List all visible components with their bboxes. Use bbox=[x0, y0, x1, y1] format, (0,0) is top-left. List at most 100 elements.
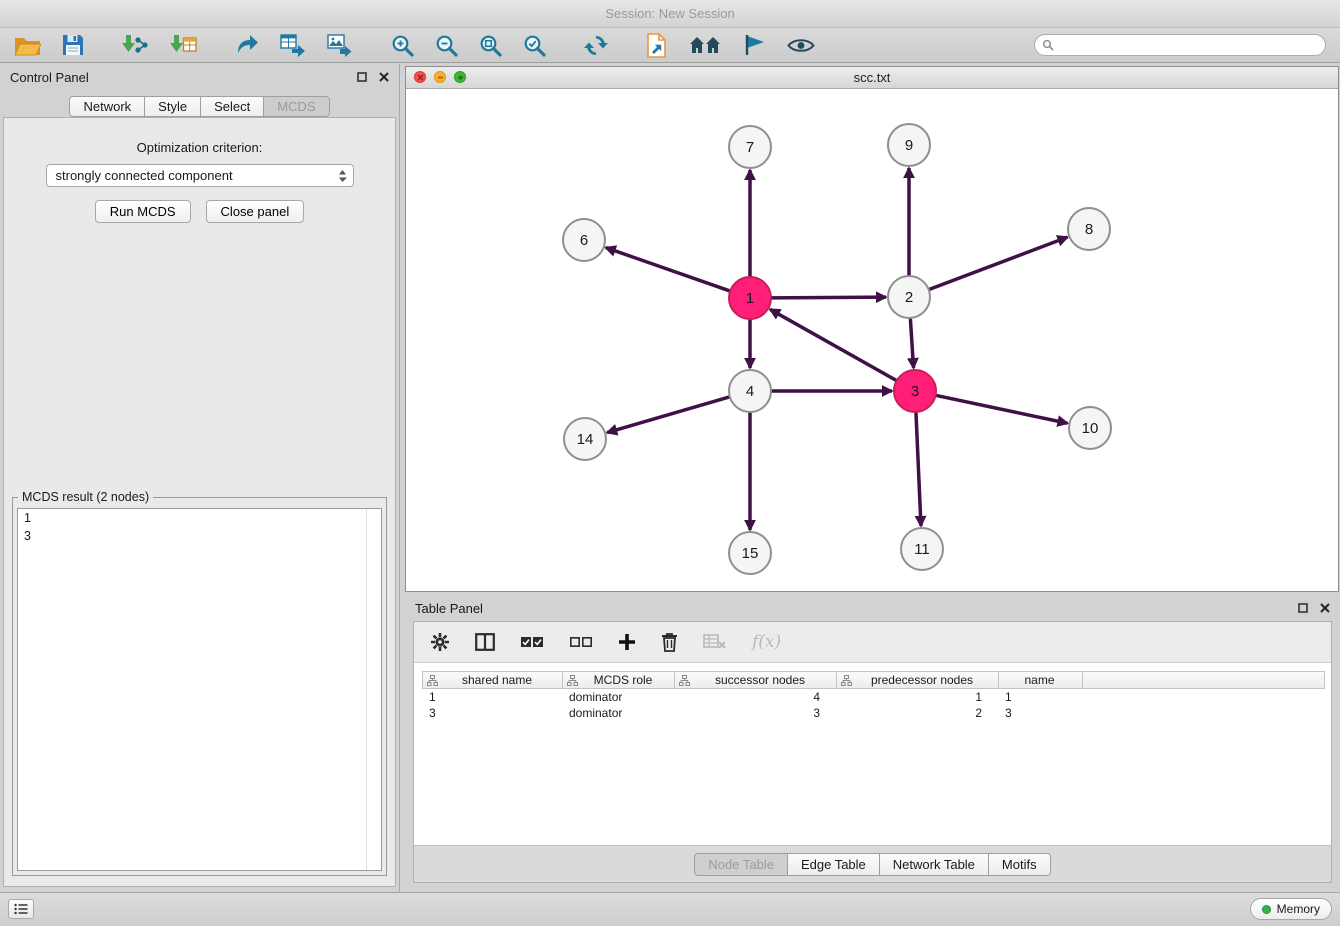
tab-select[interactable]: Select bbox=[200, 96, 264, 117]
table-settings-button[interactable] bbox=[430, 632, 450, 652]
network-node-6[interactable]: 6 bbox=[563, 219, 605, 261]
memory-button[interactable]: Memory bbox=[1250, 898, 1332, 920]
zoom-fit-button[interactable] bbox=[479, 31, 502, 59]
tab-style[interactable]: Style bbox=[144, 96, 201, 117]
minimize-window-button[interactable] bbox=[434, 71, 446, 83]
maximize-glyph-icon bbox=[457, 74, 464, 81]
cell-successor-nodes[interactable]: 4 bbox=[674, 690, 836, 704]
close-window-button[interactable] bbox=[414, 71, 426, 83]
create-column-button[interactable] bbox=[618, 633, 636, 651]
optimization-criterion-label: Optimization criterion: bbox=[4, 140, 395, 155]
network-node-8[interactable]: 8 bbox=[1068, 208, 1110, 250]
column-header-predecessor-nodes[interactable]: predecessor nodes bbox=[837, 672, 999, 688]
function-builder-button[interactable]: f(x) bbox=[752, 632, 781, 652]
show-hide-button[interactable] bbox=[787, 31, 815, 59]
result-item[interactable]: 3 bbox=[18, 527, 381, 545]
cell-mcds-role[interactable]: dominator bbox=[562, 690, 674, 704]
maximize-window-button[interactable] bbox=[454, 71, 466, 83]
open-session-button[interactable] bbox=[14, 31, 41, 59]
save-session-button[interactable] bbox=[62, 31, 84, 59]
network-window-titlebar[interactable]: scc.txt bbox=[406, 67, 1338, 89]
network-node-10[interactable]: 10 bbox=[1069, 407, 1111, 449]
network-edge-2-3[interactable] bbox=[910, 318, 913, 368]
zoom-out-button[interactable] bbox=[435, 31, 458, 59]
network-node-4[interactable]: 4 bbox=[729, 370, 771, 412]
network-edge-1-2[interactable] bbox=[771, 297, 886, 298]
table-panel-close-button[interactable] bbox=[1320, 603, 1330, 613]
search-input[interactable] bbox=[1034, 34, 1326, 56]
network-node-2[interactable]: 2 bbox=[888, 276, 930, 318]
network-node-11[interactable]: 11 bbox=[901, 528, 943, 570]
zoom-selected-button[interactable] bbox=[523, 31, 546, 59]
cell-name[interactable]: 1 bbox=[998, 690, 1082, 704]
document-share-icon bbox=[646, 33, 668, 58]
tab-network-table[interactable]: Network Table bbox=[879, 853, 989, 876]
cell-predecessor-nodes[interactable]: 2 bbox=[836, 706, 998, 720]
network-edge-4-14[interactable] bbox=[607, 397, 730, 433]
column-header-mcds-role[interactable]: MCDS role bbox=[563, 672, 675, 688]
column-header-name[interactable]: name bbox=[999, 672, 1083, 688]
network-edge-1-6[interactable] bbox=[606, 248, 730, 291]
criterion-value: strongly connected component bbox=[56, 168, 233, 183]
select-all-rows-button[interactable] bbox=[520, 636, 544, 648]
network-edge-3-1[interactable] bbox=[770, 309, 897, 380]
tab-edge-table[interactable]: Edge Table bbox=[787, 853, 880, 876]
network-node-9[interactable]: 9 bbox=[888, 124, 930, 166]
table-panel-float-button[interactable] bbox=[1298, 603, 1308, 613]
zoom-in-button[interactable] bbox=[391, 31, 414, 59]
network-edge-2-8[interactable] bbox=[929, 237, 1068, 289]
plus-icon bbox=[618, 633, 636, 651]
network-edge-3-10[interactable] bbox=[936, 395, 1068, 423]
control-panel-float-button[interactable] bbox=[357, 72, 367, 82]
svg-text:15: 15 bbox=[742, 545, 759, 562]
show-columns-button[interactable] bbox=[475, 633, 495, 651]
result-item[interactable]: 1 bbox=[18, 509, 381, 527]
network-node-15[interactable]: 15 bbox=[729, 532, 771, 574]
import-table-button[interactable] bbox=[170, 31, 197, 59]
close-panel-button[interactable]: Close panel bbox=[206, 200, 305, 223]
node-table: shared name MCDS role successor nodes pr… bbox=[414, 663, 1331, 846]
task-history-button[interactable] bbox=[8, 899, 34, 919]
network-node-7[interactable]: 7 bbox=[729, 126, 771, 168]
zoom-selected-icon bbox=[523, 34, 546, 57]
criterion-dropdown[interactable]: strongly connected component bbox=[46, 164, 354, 187]
network-node-14[interactable]: 14 bbox=[564, 418, 606, 460]
import-network-button[interactable] bbox=[122, 31, 149, 59]
network-canvas[interactable]: 7 9 6 8 1 2 4 3 14 10 15 11 bbox=[406, 89, 1338, 591]
cell-shared-name[interactable]: 1 bbox=[422, 690, 562, 704]
tab-node-table[interactable]: Node Table bbox=[694, 853, 788, 876]
network-window-title: scc.txt bbox=[854, 70, 891, 85]
network-edge-3-11[interactable] bbox=[916, 412, 921, 526]
unchecked-boxes-icon bbox=[569, 636, 593, 648]
cell-mcds-role[interactable]: dominator bbox=[562, 706, 674, 720]
column-header-successor-nodes[interactable]: successor nodes bbox=[675, 672, 837, 688]
network-node-1[interactable]: 1 bbox=[729, 277, 771, 319]
cell-shared-name[interactable]: 3 bbox=[422, 706, 562, 720]
svg-text:4: 4 bbox=[746, 383, 754, 400]
tab-motifs[interactable]: Motifs bbox=[988, 853, 1051, 876]
tab-network[interactable]: Network bbox=[69, 96, 145, 117]
delete-table-button[interactable] bbox=[703, 633, 727, 651]
export-table-button[interactable] bbox=[280, 31, 306, 59]
svg-text:11: 11 bbox=[914, 541, 930, 558]
control-panel-close-button[interactable] bbox=[379, 72, 389, 82]
run-mcds-button[interactable]: Run MCDS bbox=[95, 200, 191, 223]
mcds-result-list[interactable]: 1 3 bbox=[17, 508, 382, 871]
network-node-3[interactable]: 3 bbox=[894, 370, 936, 412]
column-header-shared-name[interactable]: shared name bbox=[423, 672, 563, 688]
home-button[interactable] bbox=[689, 31, 721, 59]
refresh-view-button[interactable] bbox=[584, 31, 608, 59]
cell-name[interactable]: 3 bbox=[998, 706, 1082, 720]
deselect-all-rows-button[interactable] bbox=[569, 636, 593, 648]
table-row[interactable]: 1 dominator 4 1 1 bbox=[422, 689, 1325, 705]
tab-mcds[interactable]: MCDS bbox=[263, 96, 329, 117]
graphics-details-button[interactable] bbox=[742, 31, 766, 59]
export-image-button[interactable] bbox=[327, 31, 353, 59]
delete-column-button[interactable] bbox=[661, 632, 678, 652]
cell-successor-nodes[interactable]: 3 bbox=[674, 706, 836, 720]
cell-predecessor-nodes[interactable]: 1 bbox=[836, 690, 998, 704]
open-network-file-button[interactable] bbox=[646, 31, 668, 59]
table-row[interactable]: 3 dominator 3 2 3 bbox=[422, 705, 1325, 721]
export-network-button[interactable] bbox=[235, 31, 259, 59]
mcds-panel: Optimization criterion: strongly connect… bbox=[3, 117, 396, 887]
